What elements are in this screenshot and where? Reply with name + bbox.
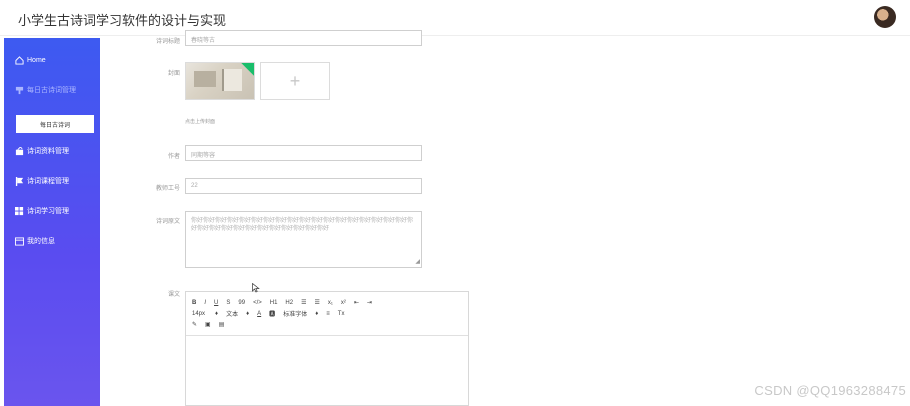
- heading1-button[interactable]: H1: [270, 300, 278, 306]
- image-button[interactable]: ▣: [205, 321, 211, 328]
- author-value: 同期等容: [191, 153, 216, 159]
- paragraph-style-select[interactable]: 文本: [226, 309, 238, 318]
- original-text-label: 诗词原文: [155, 219, 180, 225]
- bulletin-icon: [14, 146, 24, 156]
- blockquote-button[interactable]: 99: [238, 300, 245, 306]
- editor-toolbar-row: ✎ ▣ ▤: [192, 319, 462, 330]
- code-block-button[interactable]: </>: [253, 300, 262, 306]
- editor-toolbar-row: 14px ♦ 文本 ♦ A 🅰 标准字体 ♦ ≡ Tx: [192, 308, 462, 319]
- clear-format-button[interactable]: Tx: [338, 311, 345, 317]
- sidebar-item-label: Home: [27, 56, 46, 64]
- sidebar-item-poem-study[interactable]: 诗词学习管理: [4, 201, 100, 221]
- author-label: 作者: [167, 154, 180, 160]
- underline-button[interactable]: U: [214, 300, 218, 306]
- sidebar-item-home[interactable]: Home: [4, 50, 100, 70]
- sidebar-item-poem-courses[interactable]: 诗词课程管理: [4, 171, 100, 191]
- title-field[interactable]: 春晓等古: [185, 30, 422, 46]
- upload-success-marker: [241, 63, 254, 76]
- home-icon: [14, 55, 24, 65]
- cover-image-thumbnail[interactable]: [185, 62, 255, 100]
- link-button[interactable]: ✎: [192, 321, 197, 328]
- content-label: 课文: [167, 292, 180, 298]
- avatar[interactable]: [874, 6, 896, 28]
- sidebar-item-my-info[interactable]: 我的信息: [4, 231, 100, 251]
- mouse-pointer-icon: [252, 283, 260, 293]
- heading2-button[interactable]: H2: [285, 300, 293, 306]
- teacher-id-label: 教师工号: [155, 186, 180, 192]
- font-size-select[interactable]: 14px: [192, 311, 205, 317]
- profile-icon: [14, 236, 24, 246]
- sidebar-item-daily-poems[interactable]: 每日古诗词管理: [4, 80, 100, 100]
- bold-button[interactable]: B: [192, 300, 196, 306]
- sidebar-subitem-daily-poem[interactable]: 每日古诗词: [16, 115, 94, 133]
- outdent-button[interactable]: ⇤: [354, 299, 359, 306]
- sidebar: Home 每日古诗词管理 每日古诗词 诗词资料管理 诗词课程管理 诗词学习管理 …: [4, 38, 100, 406]
- watermark: CSDN @QQ1963288475: [754, 383, 906, 398]
- indent-button[interactable]: ⇥: [367, 299, 372, 306]
- background-color-button[interactable]: 🅰: [269, 309, 275, 318]
- font-family-select[interactable]: 标准字体: [283, 309, 307, 318]
- subscript-button[interactable]: x₁: [328, 300, 333, 306]
- title-value: 春晓等古: [191, 38, 216, 44]
- superscript-button[interactable]: x²: [341, 300, 346, 306]
- sidebar-subitem-label: 每日古诗词: [39, 122, 70, 129]
- select-arrow-icon: ♦: [215, 310, 219, 317]
- sidebar-item-label: 诗词课程管理: [27, 178, 69, 185]
- cover-label: 封面: [167, 71, 180, 77]
- select-arrow-icon: ♦: [315, 310, 319, 317]
- plus-icon: +: [289, 70, 301, 91]
- author-field[interactable]: 同期等容: [185, 145, 422, 161]
- ordered-list-button[interactable]: ☰: [301, 299, 306, 306]
- sidebar-item-label: 诗词学习管理: [27, 208, 69, 215]
- title-label: 诗词标题: [155, 39, 180, 45]
- flag-icon: [14, 176, 24, 186]
- sidebar-item-poem-materials[interactable]: 诗词资料管理: [4, 141, 100, 161]
- cover-upload-hint: 点击上传封面: [185, 119, 216, 125]
- original-text-value: 你好你好你好你好你好你好你好你好你好你好你好你好你好你好你好你好你好你好你好你好…: [191, 218, 414, 233]
- video-button[interactable]: ▤: [219, 321, 225, 328]
- select-arrow-icon: ♦: [246, 310, 250, 317]
- cover-image-graphic: [194, 71, 216, 87]
- app-title: 小学生古诗词学习软件的设计与实现: [18, 13, 227, 28]
- font-color-button[interactable]: A: [257, 311, 261, 317]
- cover-image-graphic: [222, 69, 242, 91]
- editor-toolbar-row: B I U S 99 </> H1 H2 ☰ ☰ x₁ x² ⇤ ⇥: [192, 297, 462, 308]
- rich-text-editor[interactable]: B I U S 99 </> H1 H2 ☰ ☰ x₁ x² ⇤ ⇥ 14px …: [185, 291, 469, 406]
- original-text-area[interactable]: 你好你好你好你好你好你好你好你好你好你好你好你好你好你好你好你好你好你好你好你好…: [185, 211, 422, 268]
- top-bar: 小学生古诗词学习软件的设计与实现: [0, 0, 910, 36]
- add-cover-button[interactable]: +: [260, 62, 330, 100]
- trophy-icon: [14, 86, 24, 95]
- sidebar-item-label: 诗词资料管理: [27, 148, 69, 155]
- teacher-id-field[interactable]: 22: [185, 178, 422, 194]
- align-button[interactable]: ≡: [326, 311, 330, 317]
- italic-button[interactable]: I: [204, 300, 206, 306]
- teacher-id-value: 22: [191, 183, 198, 189]
- sidebar-item-label: 每日古诗词管理: [27, 87, 76, 94]
- editor-toolbar: B I U S 99 </> H1 H2 ☰ ☰ x₁ x² ⇤ ⇥ 14px …: [186, 292, 468, 336]
- grid-icon: [14, 206, 24, 216]
- strike-button[interactable]: S: [226, 300, 230, 306]
- bullet-list-button[interactable]: ☰: [314, 299, 319, 306]
- sidebar-item-label: 我的信息: [27, 238, 55, 245]
- resize-handle-icon[interactable]: ◢: [415, 258, 420, 266]
